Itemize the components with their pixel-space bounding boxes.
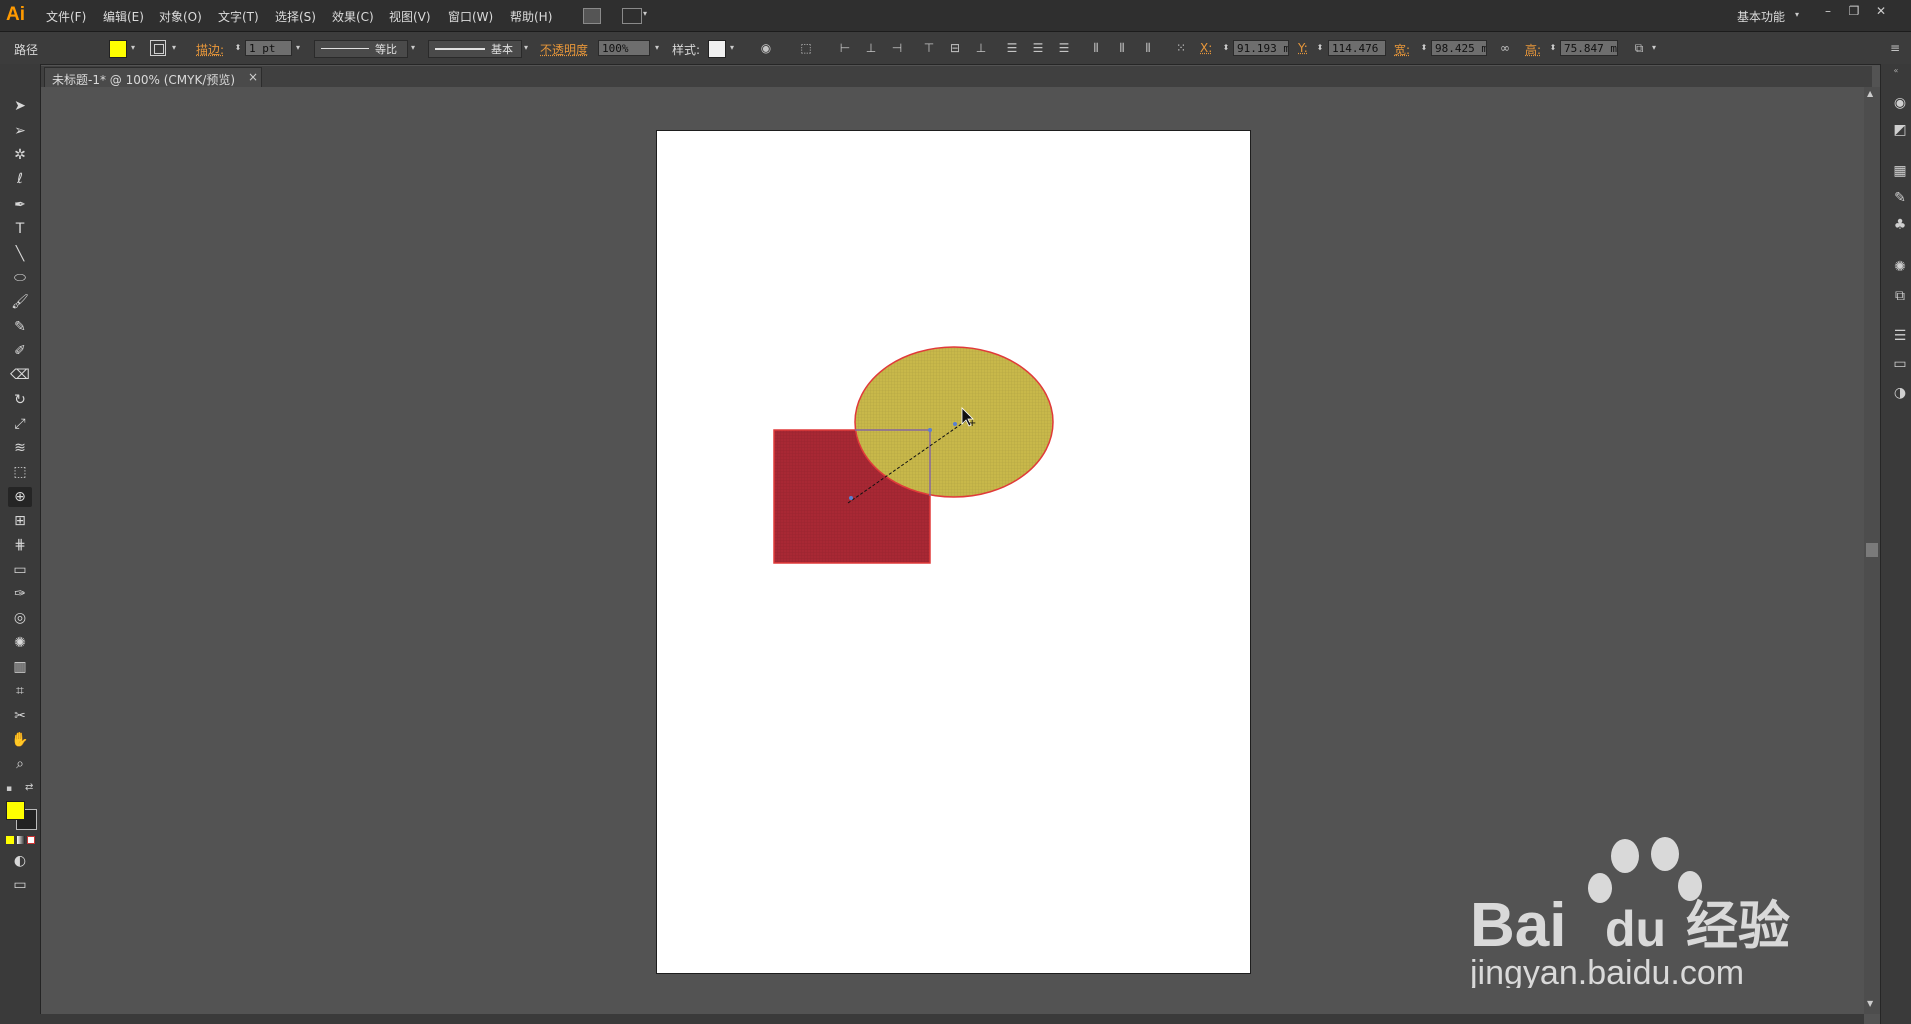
watermark-brand: Bai bbox=[1470, 891, 1566, 960]
anchor-point bbox=[953, 422, 957, 426]
anchor-point bbox=[928, 428, 932, 432]
anchor-point bbox=[849, 496, 853, 500]
watermark-url: jingyan.baidu.com bbox=[1469, 954, 1744, 988]
watermark-brand-du: du bbox=[1605, 901, 1666, 957]
watermark-cn: 经验 bbox=[1686, 897, 1790, 957]
cursor-plus-icon: + bbox=[968, 418, 976, 429]
baidu-paw-logo bbox=[1588, 837, 1702, 903]
baidu-jingyan-watermark: Bai du 经验 jingyan.baidu.com bbox=[1469, 837, 1790, 988]
ellipse-highlight bbox=[855, 347, 1053, 497]
